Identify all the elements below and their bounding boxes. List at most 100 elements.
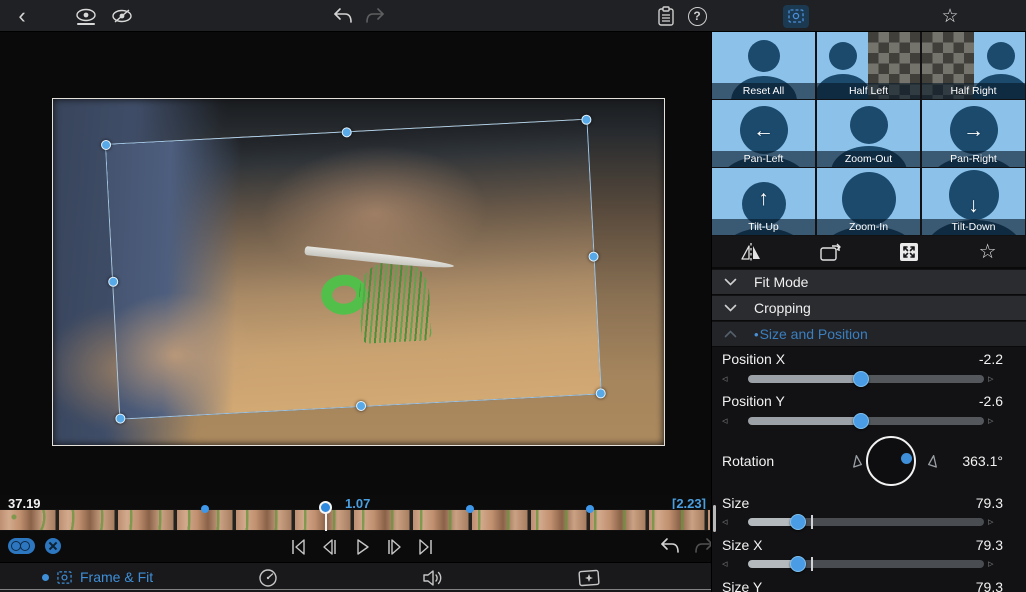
chevron-down-icon bbox=[724, 304, 738, 312]
nudge-left-icon[interactable]: ◃ bbox=[722, 515, 728, 528]
flip-horizontal-button[interactable] bbox=[734, 238, 768, 266]
nudge-right-icon[interactable]: ▹ bbox=[988, 557, 994, 570]
speaker-icon bbox=[421, 568, 445, 588]
preset-zoom-out[interactable]: Zoom-Out bbox=[817, 100, 920, 167]
panel-scrollbar[interactable] bbox=[713, 505, 716, 532]
clip-effects-button[interactable] bbox=[576, 565, 602, 591]
selected-clip-transform-box[interactable] bbox=[105, 119, 602, 420]
keyframe-marker-1[interactable] bbox=[201, 505, 209, 513]
default-value-tick bbox=[811, 515, 813, 529]
default-value-tick bbox=[811, 557, 813, 571]
handle-top-center[interactable] bbox=[341, 127, 352, 138]
slider-track[interactable] bbox=[748, 375, 984, 383]
rotate-ccw-button[interactable] bbox=[846, 451, 866, 471]
nudge-left-icon[interactable]: ◃ bbox=[722, 414, 728, 427]
section-size-and-position[interactable]: • Size and Position bbox=[712, 322, 1026, 347]
size-x-slider[interactable]: ◃ ▹ bbox=[712, 555, 1026, 573]
rotate-cw-icon bbox=[926, 453, 942, 469]
eye-off-icon bbox=[111, 8, 133, 24]
panel-undo-button[interactable] bbox=[658, 536, 682, 556]
transport-controls bbox=[282, 535, 442, 559]
next-frame-button[interactable] bbox=[378, 535, 410, 559]
slider-thumb[interactable] bbox=[790, 514, 806, 530]
nudge-left-icon[interactable]: ◃ bbox=[722, 372, 728, 385]
section-cropping[interactable]: Cropping bbox=[712, 296, 1026, 321]
rotation-value: 363.1° bbox=[962, 453, 1003, 469]
position-x-value: -2.2 bbox=[979, 351, 1003, 367]
skip-end-icon bbox=[415, 536, 437, 558]
size-x-label: Size X bbox=[722, 537, 762, 553]
preset-tilt-down[interactable]: ↓ Tilt-Down bbox=[922, 168, 1025, 235]
fill-frame-button[interactable] bbox=[892, 238, 926, 266]
rotate-frame-icon bbox=[818, 241, 842, 263]
nudge-right-icon[interactable]: ▹ bbox=[988, 414, 994, 427]
slider-track[interactable] bbox=[748, 518, 984, 526]
nudge-right-icon[interactable]: ▹ bbox=[988, 515, 994, 528]
nudge-left-icon[interactable]: ◃ bbox=[722, 557, 728, 570]
arrow-down-icon: ↓ bbox=[968, 194, 979, 218]
play-button[interactable] bbox=[346, 535, 378, 559]
size-label: Size bbox=[722, 495, 749, 511]
size-x-row: Size X 79.3 bbox=[712, 536, 1026, 554]
preset-label: Pan-Left bbox=[744, 153, 784, 165]
back-button[interactable]: ‹ bbox=[10, 0, 34, 32]
slider-thumb[interactable] bbox=[853, 371, 869, 387]
position-x-slider[interactable]: ◃ ▹ bbox=[712, 370, 1026, 388]
help-button[interactable]: ? bbox=[684, 0, 710, 32]
position-y-slider[interactable]: ◃ ▹ bbox=[712, 412, 1026, 430]
redo-icon bbox=[364, 6, 386, 26]
size-value: 79.3 bbox=[976, 495, 1003, 511]
hide-overlays-button[interactable] bbox=[108, 0, 136, 32]
favorite-preset-button[interactable]: ☆ bbox=[971, 238, 1005, 266]
active-tool-label: Frame & Fit bbox=[80, 569, 153, 585]
rotation-dial[interactable] bbox=[866, 436, 916, 486]
preset-reset-all[interactable]: Reset All bbox=[712, 32, 815, 99]
skip-to-end-button[interactable] bbox=[410, 535, 442, 559]
rotate-cw-button[interactable] bbox=[924, 451, 944, 471]
skip-to-start-button[interactable] bbox=[282, 535, 314, 559]
frame-fit-panel-toggle[interactable] bbox=[782, 0, 810, 32]
keyframe-marker-3[interactable] bbox=[586, 505, 594, 513]
preset-half-right[interactable]: Half Right bbox=[922, 32, 1025, 99]
show-overlays-button[interactable] bbox=[72, 0, 100, 32]
size-row: Size 79.3 bbox=[712, 494, 1026, 512]
slider-thumb[interactable] bbox=[790, 556, 806, 572]
active-tool-indicator[interactable]: Frame & Fit bbox=[42, 563, 153, 591]
undo-button[interactable] bbox=[330, 0, 356, 32]
keyframe-marker-2[interactable] bbox=[466, 505, 474, 513]
position-x-row: Position X -2.2 bbox=[712, 350, 1026, 368]
position-y-row: Position Y -2.6 bbox=[712, 392, 1026, 410]
preset-half-left[interactable]: Half Left bbox=[817, 32, 920, 99]
redo-button[interactable] bbox=[362, 0, 388, 32]
preset-tilt-up[interactable]: ↑ Tilt-Up bbox=[712, 168, 815, 235]
arrow-right-icon: → bbox=[963, 119, 984, 143]
undo-icon bbox=[332, 6, 354, 26]
clip-audio-button[interactable] bbox=[420, 565, 446, 591]
playhead-handle[interactable] bbox=[319, 501, 332, 514]
rotate-frame-button[interactable] bbox=[813, 238, 847, 266]
nudge-right-icon[interactable]: ▹ bbox=[988, 372, 994, 385]
link-clips-icon[interactable] bbox=[8, 538, 35, 554]
skip-start-icon bbox=[287, 536, 309, 558]
preset-pan-left[interactable]: ← Pan-Left bbox=[712, 100, 815, 167]
preset-pan-right[interactable]: → Pan-Right bbox=[922, 100, 1025, 167]
preview-area bbox=[0, 32, 711, 495]
keyframe-target-icon[interactable] bbox=[45, 538, 61, 554]
chevron-down-icon bbox=[724, 278, 738, 286]
slider-track[interactable] bbox=[748, 417, 984, 425]
rotation-label: Rotation bbox=[722, 453, 774, 469]
presets-clipboard-button[interactable] bbox=[653, 0, 679, 32]
preset-label: Half Left bbox=[849, 85, 888, 97]
favorite-button[interactable]: ☆ bbox=[936, 0, 964, 32]
handle-bottom-center[interactable] bbox=[355, 401, 366, 412]
clip-speed-button[interactable] bbox=[255, 565, 281, 591]
preset-zoom-in[interactable]: Zoom-In bbox=[817, 168, 920, 235]
slider-track[interactable] bbox=[748, 560, 984, 568]
position-y-value: -2.6 bbox=[979, 393, 1003, 409]
clip-filmstrip-scrubber[interactable] bbox=[0, 509, 710, 531]
rotate-ccw-icon bbox=[848, 453, 864, 469]
size-slider[interactable]: ◃ ▹ bbox=[712, 513, 1026, 531]
slider-thumb[interactable] bbox=[853, 413, 869, 429]
previous-frame-button[interactable] bbox=[314, 535, 346, 559]
section-fit-mode[interactable]: Fit Mode bbox=[712, 270, 1026, 295]
